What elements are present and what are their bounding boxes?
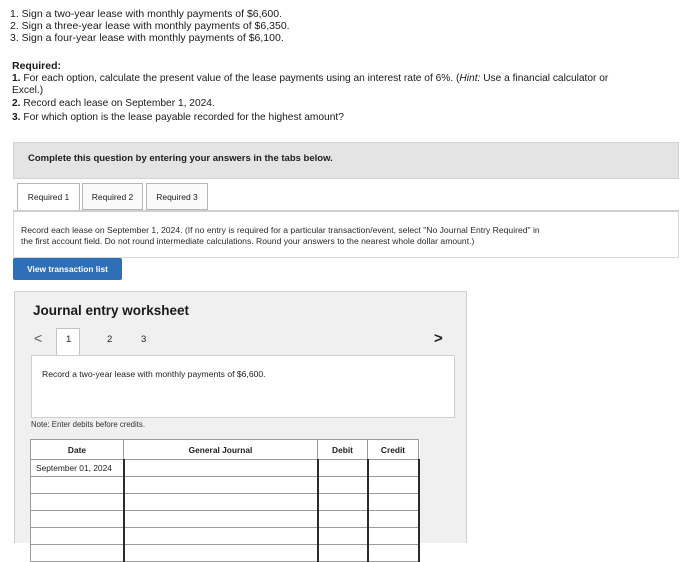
complete-question-bar: Complete this question by entering your …	[13, 142, 679, 179]
credit-cell[interactable]	[366, 493, 420, 511]
next-page-icon[interactable]: >	[434, 330, 443, 347]
instructions-line-2: the first account field. Do not round in…	[21, 235, 475, 246]
required-item-3: 3. For which option is the lease payable…	[12, 112, 344, 124]
account-cell[interactable]	[122, 476, 319, 494]
record-text: Record a two-year lease with monthly pay…	[42, 369, 266, 379]
hint-text: Use a financial calculator or	[480, 73, 609, 84]
complete-question-text: Complete this question by entering your …	[28, 153, 333, 164]
table-row	[30, 476, 420, 494]
required-item-2: 2. Record each lease on September 1, 202…	[12, 98, 215, 110]
option-3-text: 3. Sign a four-year lease with monthly p…	[10, 32, 284, 44]
required-item-1-text: For each option, calculate the present v…	[23, 73, 460, 84]
required-item-1-num: 1.	[12, 73, 21, 84]
debit-cell[interactable]	[316, 476, 369, 494]
col-debit: Debit	[317, 439, 368, 460]
col-date: Date	[30, 439, 124, 460]
col-general-journal: General Journal	[123, 439, 318, 460]
required-item-2-num: 2.	[12, 98, 21, 109]
credit-cell[interactable]	[366, 476, 420, 494]
required-item-3-num: 3.	[12, 112, 21, 123]
col-credit: Credit	[367, 439, 419, 460]
table-row	[30, 544, 420, 562]
date-cell[interactable]: September 01, 2024	[30, 459, 124, 477]
debit-cell[interactable]	[316, 493, 369, 511]
record-box: Record a two-year lease with monthly pay…	[31, 355, 455, 418]
date-cell[interactable]	[30, 544, 124, 562]
required-item-1: 1. For each option, calculate the presen…	[12, 73, 608, 85]
instructions-line-1: Record each lease on September 1, 2024. …	[21, 225, 540, 235]
tab-required-2[interactable]: Required 2	[82, 183, 143, 210]
account-cell[interactable]	[122, 493, 319, 511]
prev-page-icon[interactable]: <	[34, 330, 42, 346]
account-cell[interactable]	[122, 459, 319, 477]
instructions: Record each lease on September 1, 2024. …	[21, 225, 671, 246]
tab-panel: Record each lease on September 1, 2024. …	[13, 210, 679, 258]
credit-cell[interactable]	[366, 459, 420, 477]
date-cell[interactable]	[30, 510, 124, 528]
debit-cell[interactable]	[316, 544, 369, 562]
credit-cell[interactable]	[366, 510, 420, 528]
hint-label: Hint:	[459, 73, 481, 84]
required-item-3-text: For which option is the lease payable re…	[23, 112, 344, 123]
debit-cell[interactable]	[316, 459, 369, 477]
date-cell[interactable]	[30, 476, 124, 494]
table-row	[30, 493, 420, 511]
tab-required-3[interactable]: Required 3	[146, 183, 208, 210]
account-cell[interactable]	[122, 527, 319, 545]
account-cell[interactable]	[122, 510, 319, 528]
required-item-1-cont: Excel.)	[12, 85, 44, 96]
tab-required-1[interactable]: Required 1	[17, 183, 80, 211]
table-row	[30, 510, 420, 528]
journal-entry-worksheet: Journal entry worksheet < 1 2 3 Record a…	[14, 291, 467, 562]
required-heading: Required:	[12, 60, 62, 72]
date-cell[interactable]	[30, 527, 124, 545]
page-tab-3[interactable]: 3	[141, 334, 146, 345]
page-tab-1[interactable]: 1	[66, 334, 71, 345]
option-1-text: 1. Sign a two-year lease with monthly pa…	[10, 8, 282, 20]
account-cell[interactable]	[122, 544, 319, 562]
option-2-text: 2. Sign a three-year lease with monthly …	[10, 20, 290, 32]
credit-cell[interactable]	[366, 527, 420, 545]
debit-cell[interactable]	[316, 510, 369, 528]
note-text: Note: Enter debits before credits.	[31, 420, 145, 429]
journal-table: Date General Journal Debit Credit Septem…	[30, 439, 420, 562]
view-transaction-list-button[interactable]: View transaction list	[13, 258, 122, 280]
debit-cell[interactable]	[316, 527, 369, 545]
table-row: September 01, 2024	[30, 459, 420, 477]
page-tab-2[interactable]: 2	[107, 334, 112, 345]
table-row	[30, 527, 420, 545]
date-cell[interactable]	[30, 493, 124, 511]
required-item-2-text: Record each lease on September 1, 2024.	[23, 98, 215, 109]
credit-cell[interactable]	[366, 544, 420, 562]
worksheet-title: Journal entry worksheet	[33, 303, 190, 318]
